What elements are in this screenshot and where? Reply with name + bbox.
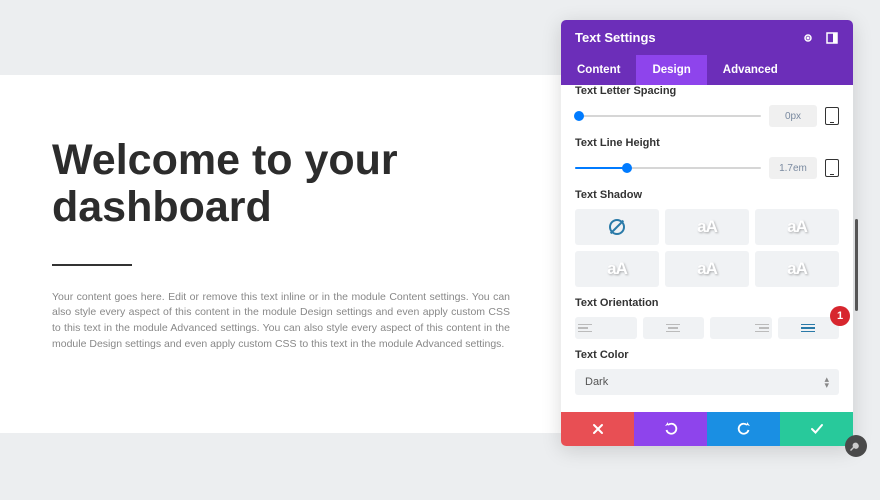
panel-title: Text Settings: [575, 30, 656, 45]
line-height-label: Text Line Height: [575, 137, 839, 149]
shadow-preset-2[interactable]: aA: [755, 209, 839, 245]
page-title[interactable]: Welcome to your dashboard: [52, 137, 510, 232]
letter-spacing-value[interactable]: 0px: [769, 105, 817, 127]
shadow-preset-3[interactable]: aA: [575, 251, 659, 287]
undo-button[interactable]: [634, 412, 707, 446]
side-indicator: [855, 219, 858, 311]
text-shadow-label: Text Shadow: [575, 189, 839, 201]
align-center-button[interactable]: [643, 317, 705, 339]
select-caret-icon: ▴▾: [824, 376, 829, 388]
save-button[interactable]: [780, 412, 853, 446]
tab-advanced[interactable]: Advanced: [707, 55, 794, 85]
text-color-label: Text Color: [575, 349, 839, 361]
settings-tabs: Content Design Advanced: [561, 55, 853, 85]
text-color-group: Text Color Dark ▴▾: [575, 349, 839, 395]
callout-badge: 1: [830, 306, 850, 326]
close-icon: [592, 423, 604, 435]
responsive-icon[interactable]: [825, 159, 839, 177]
line-height-group: Text Line Height 1.7em: [575, 137, 839, 179]
redo-icon: [737, 422, 751, 436]
line-height-slider[interactable]: [575, 167, 761, 169]
check-icon: [810, 423, 824, 435]
split-testing-toggle[interactable]: [845, 435, 867, 457]
wrench-icon: [850, 440, 862, 452]
undo-icon: [664, 422, 678, 436]
panel-body: Text Letter Spacing 0px Text Line Height…: [561, 85, 853, 412]
shadow-preset-1[interactable]: aA: [665, 209, 749, 245]
align-right-button[interactable]: [710, 317, 772, 339]
float-icon[interactable]: [801, 31, 815, 45]
text-orientation-group: Text Orientation 1: [575, 297, 839, 339]
tab-design[interactable]: Design: [636, 55, 706, 85]
letter-spacing-label: Text Letter Spacing: [575, 85, 839, 97]
text-shadow-group: Text Shadow aA aA aA aA aA: [575, 189, 839, 287]
redo-button[interactable]: [707, 412, 780, 446]
line-height-value[interactable]: 1.7em: [769, 157, 817, 179]
title-divider: [52, 264, 132, 266]
none-icon: [609, 219, 625, 235]
action-bar: [561, 412, 853, 446]
responsive-icon[interactable]: [825, 107, 839, 125]
text-settings-panel: Text Settings Content Design Advanced Te…: [561, 20, 853, 446]
dock-icon[interactable]: [825, 31, 839, 45]
panel-header[interactable]: Text Settings: [561, 20, 853, 55]
text-color-value: Dark: [585, 376, 608, 388]
text-orientation-label: Text Orientation: [575, 297, 839, 309]
align-justify-button[interactable]: [778, 317, 840, 339]
text-color-select[interactable]: Dark ▴▾: [575, 369, 839, 395]
letter-spacing-group: Text Letter Spacing 0px: [575, 85, 839, 127]
body-text[interactable]: Your content goes here. Edit or remove t…: [52, 290, 510, 353]
cancel-button[interactable]: [561, 412, 634, 446]
shadow-preset-5[interactable]: aA: [755, 251, 839, 287]
align-left-button[interactable]: [575, 317, 637, 339]
letter-spacing-slider[interactable]: [575, 115, 761, 117]
shadow-preset-4[interactable]: aA: [665, 251, 749, 287]
tab-content[interactable]: Content: [561, 55, 636, 85]
content-card: Welcome to your dashboard Your content g…: [0, 75, 562, 433]
shadow-none[interactable]: [575, 209, 659, 245]
